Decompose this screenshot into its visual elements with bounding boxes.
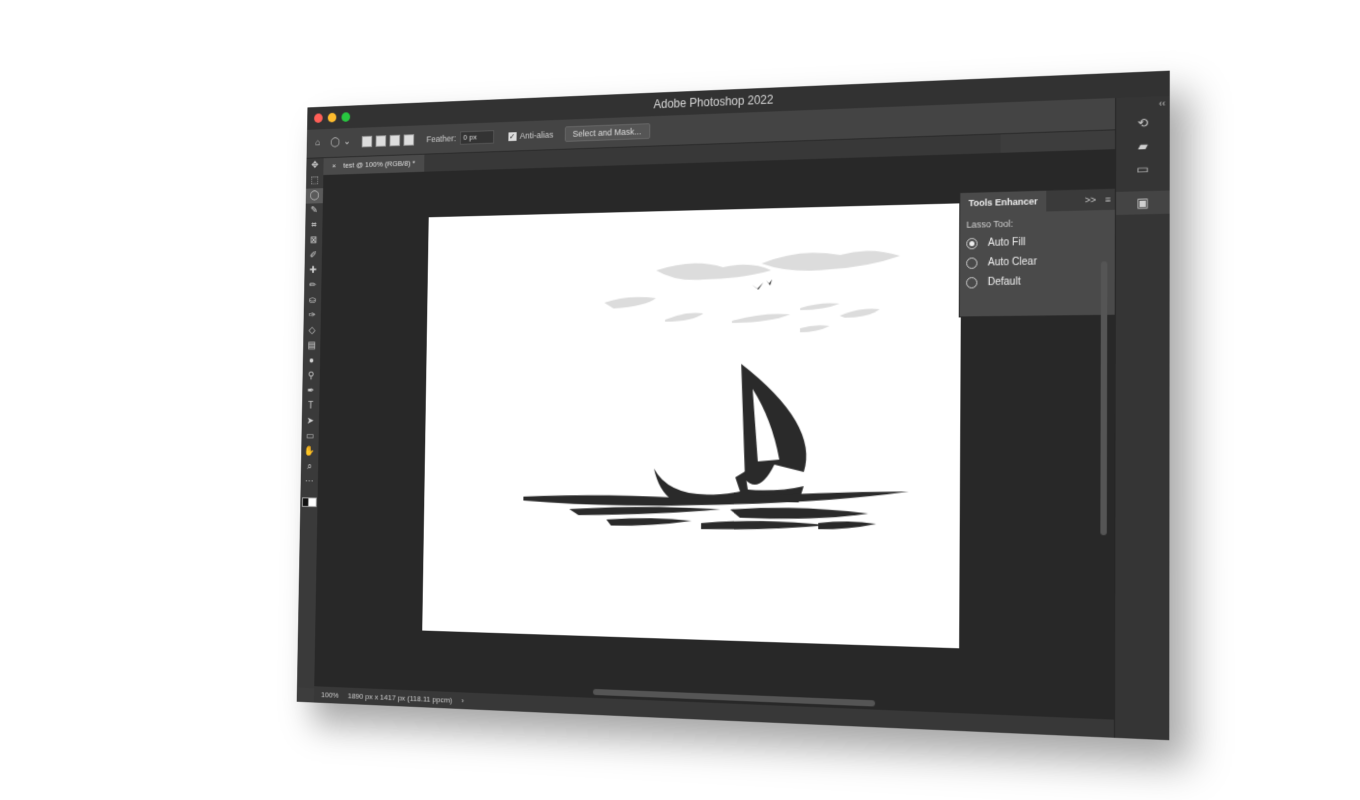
auto-fill-radio[interactable] [966, 237, 978, 250]
feather-input[interactable]: 0 px [459, 130, 494, 145]
document-info: 1890 px x 1417 px (118.11 ppcm) [347, 691, 453, 705]
rectangle-tool-icon[interactable]: ▭ [301, 429, 318, 444]
quick-select-tool-icon[interactable]: ✎ [305, 203, 322, 218]
marquee-tool-icon[interactable]: ⬚ [306, 173, 323, 189]
history-icon[interactable]: ⟲ [1116, 111, 1170, 136]
select-and-mask-button[interactable]: Select and Mask... [564, 123, 650, 142]
document-tab-label: test @ 100% (RGB/8) * [343, 158, 416, 170]
eraser-tool-icon[interactable]: ◇ [303, 324, 320, 339]
panel-body: Lasso Tool: Auto Fill Auto Clear Default [960, 210, 1117, 295]
panel-menu-icon[interactable]: ≡ [1105, 194, 1111, 205]
window-controls [314, 112, 351, 124]
tools-enhancer-panel: Tools Enhancer >> ≡ Lasso Tool: Auto Fil… [958, 187, 1119, 318]
auto-clear-label: Auto Clear [987, 256, 1037, 269]
history-brush-tool-icon[interactable]: ✑ [304, 308, 321, 323]
intersect-selection-button[interactable] [403, 134, 415, 146]
window-title: Adobe Photoshop 2022 [653, 92, 774, 112]
panel-header: Tools Enhancer >> ≡ [960, 188, 1118, 214]
eyedropper-tool-icon[interactable]: ✐ [305, 248, 322, 263]
anti-alias-label: Anti-alias [519, 129, 554, 141]
option-auto-fill[interactable]: Auto Fill [966, 235, 1110, 250]
brush-tool-icon[interactable]: ✏ [304, 278, 321, 293]
feather-label: Feather: [426, 133, 457, 145]
clouds [604, 250, 901, 333]
zoom-tool-icon[interactable]: ⌕ [301, 459, 318, 474]
more-tools-icon[interactable]: ⋯ [301, 475, 318, 490]
type-tool-icon[interactable]: T [302, 399, 319, 414]
crop-tool-icon[interactable]: ⌗ [305, 218, 322, 233]
sailboat [653, 363, 808, 503]
close-window-button[interactable] [314, 113, 323, 124]
right-panel-dock: ‹‹ ⟲ ▰ ▭ ▣ [1113, 95, 1170, 741]
path-select-tool-icon[interactable]: ➤ [302, 414, 319, 429]
default-label: Default [987, 276, 1021, 289]
minimize-window-button[interactable] [327, 112, 337, 123]
clone-stamp-tool-icon[interactable]: ⛀ [304, 293, 321, 308]
gradient-tool-icon[interactable]: ▤ [303, 339, 320, 354]
home-icon[interactable]: ⌂ [312, 137, 324, 151]
move-tool-icon[interactable]: ✥ [306, 158, 323, 174]
zoom-window-button[interactable] [341, 112, 351, 122]
chevron-down-icon[interactable]: ⌄ [341, 136, 353, 150]
screen: Adobe Photoshop 2022 ⌂ ◯ ⌄ Feather: 0 px… [0, 0, 1360, 800]
healing-brush-tool-icon[interactable]: ✚ [304, 263, 321, 278]
document-canvas[interactable] [422, 203, 962, 649]
frame-tool-icon[interactable]: ⊠ [305, 233, 322, 248]
sailboat-artwork [523, 250, 909, 532]
layers-comp-icon[interactable]: ▰ [1116, 134, 1170, 159]
image-icon[interactable]: ▣ [1115, 190, 1170, 215]
birds [751, 279, 773, 290]
close-tab-icon[interactable]: × [332, 161, 336, 170]
collapse-panel-icon[interactable]: >> [1085, 195, 1096, 206]
status-menu-arrow[interactable]: › [461, 696, 464, 705]
comment-icon[interactable]: ▭ [1116, 157, 1170, 182]
photoshop-window: Adobe Photoshop 2022 ⌂ ◯ ⌄ Feather: 0 px… [296, 70, 1170, 741]
new-selection-button[interactable] [361, 135, 373, 148]
blur-tool-icon[interactable]: ● [303, 354, 320, 369]
lasso-tool-label: Lasso Tool: [966, 218, 1014, 230]
pen-tool-icon[interactable]: ✒ [302, 384, 319, 399]
dodge-tool-icon[interactable]: ⚲ [302, 369, 319, 384]
auto-clear-radio[interactable] [966, 257, 978, 269]
option-default[interactable]: Default [966, 275, 1110, 289]
lasso-preset-icon[interactable]: ◯ [329, 136, 341, 150]
panel-tab-tools-enhancer[interactable]: Tools Enhancer [960, 190, 1047, 214]
option-auto-clear[interactable]: Auto Clear [966, 255, 1110, 269]
color-swatches-icon[interactable] [300, 497, 317, 512]
vertical-scrollbar[interactable] [1100, 261, 1108, 536]
hand-tool-icon[interactable]: ✋ [301, 444, 318, 459]
add-selection-button[interactable] [375, 135, 387, 147]
zoom-level[interactable]: 100% [321, 690, 339, 699]
waves [523, 486, 909, 532]
subtract-selection-button[interactable] [389, 134, 401, 147]
auto-fill-label: Auto Fill [987, 236, 1026, 249]
dock-collapse-icon[interactable]: ‹‹ [1116, 96, 1170, 113]
anti-alias-checkbox[interactable]: ✓ [507, 131, 517, 141]
lasso-tool-icon[interactable]: ◯ [305, 188, 324, 204]
default-radio[interactable] [966, 277, 978, 289]
